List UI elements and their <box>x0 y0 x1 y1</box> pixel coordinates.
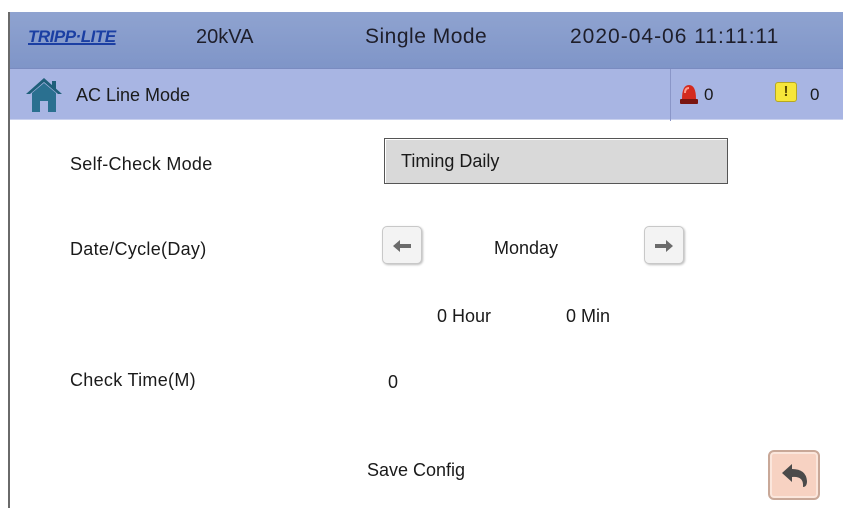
check-time-label: Check Time(M) <box>70 370 196 390</box>
arrow-left-icon <box>393 240 411 252</box>
top-bar: TRIPP·LITE 20kVA Single Mode 2020-04-06 … <box>10 12 843 68</box>
minute-value[interactable]: 0 Min <box>566 306 610 327</box>
screen-frame: TRIPP·LITE 20kVA Single Mode 2020-04-06 … <box>8 12 843 508</box>
self-check-settings-panel: Self-Check Mode Timing Daily Date/Cycle(… <box>10 120 843 508</box>
previous-day-button[interactable] <box>382 226 422 264</box>
tripp-lite-logo: TRIPP·LITE <box>28 27 116 46</box>
next-day-button[interactable] <box>644 226 684 264</box>
system-mode-label: Single Mode <box>365 25 488 48</box>
alarm-beacon-icon[interactable] <box>678 81 700 105</box>
arrow-right-icon <box>655 240 673 252</box>
date-cycle-label: Date/Cycle(Day) <box>70 239 207 259</box>
check-time-value[interactable]: 0 <box>388 372 398 393</box>
status-bar: AC Line Mode 0 ! 0 <box>10 68 843 121</box>
save-config-button[interactable]: Save Config <box>367 460 465 481</box>
day-value: Monday <box>494 238 559 258</box>
warning-icon[interactable]: ! <box>775 82 797 102</box>
capacity-label: 20kVA <box>196 26 254 48</box>
back-button[interactable] <box>768 450 820 500</box>
line-mode-status: AC Line Mode <box>76 85 191 105</box>
alarm-count: 0 <box>704 85 714 104</box>
status-divider <box>670 69 671 121</box>
warning-count: 0 <box>810 85 820 104</box>
back-arrow-icon <box>782 464 807 487</box>
self-check-mode-label: Self-Check Mode <box>70 154 213 174</box>
self-check-mode-select[interactable]: Timing Daily <box>384 138 728 184</box>
hour-value[interactable]: 0 Hour <box>437 306 491 327</box>
home-icon[interactable] <box>24 76 64 114</box>
datetime-display: 2020-04-06 11:11:11 <box>570 25 780 48</box>
